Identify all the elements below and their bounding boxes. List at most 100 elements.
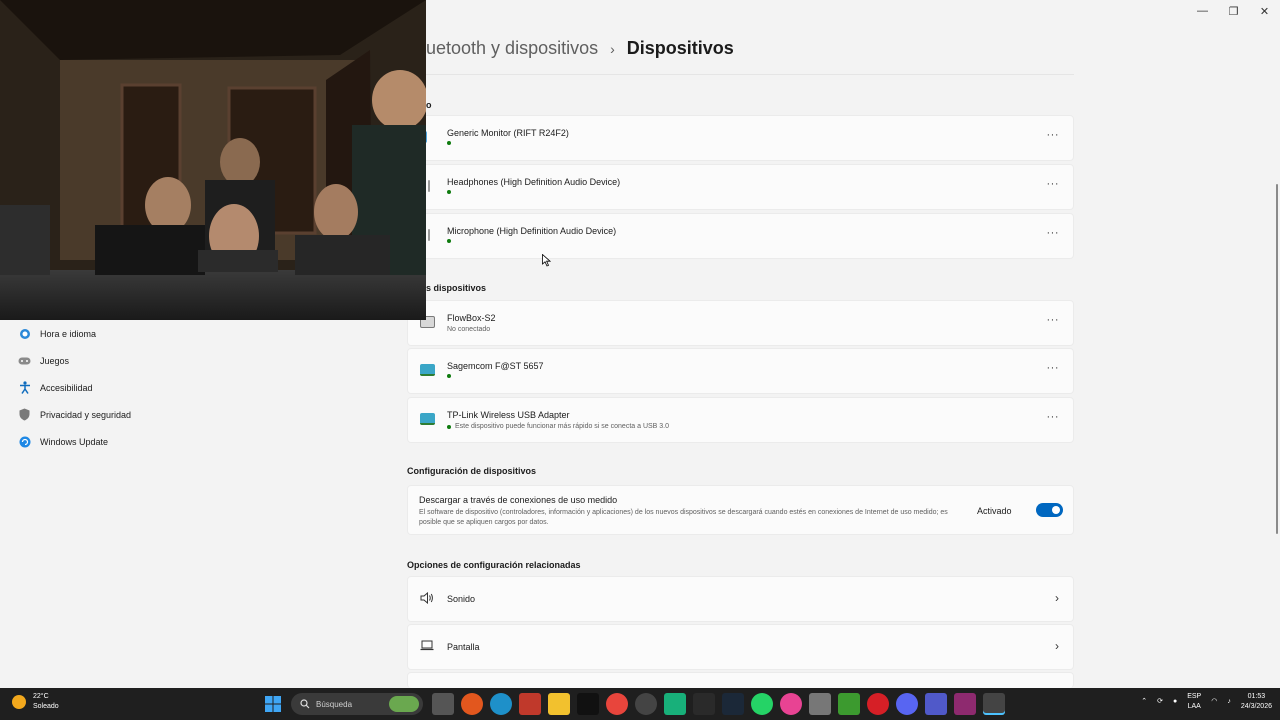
gamepad-icon xyxy=(18,354,31,367)
more-options-button[interactable]: ··· xyxy=(1047,178,1060,190)
volume-icon[interactable]: ♪ xyxy=(1227,697,1231,707)
weather-widget[interactable]: 22°C Soleado xyxy=(12,692,59,712)
maximize-button[interactable]: ❐ xyxy=(1218,0,1249,22)
related-item-partial xyxy=(407,672,1074,688)
windows-logo-icon xyxy=(265,696,281,712)
header-divider xyxy=(426,74,1074,75)
weather-temperature: 22°C xyxy=(33,693,49,700)
clock[interactable]: 01:53 24/3/2026 xyxy=(1241,692,1272,712)
microphone-icon xyxy=(428,229,430,241)
metered-download-card: Descargar a través de conexiones de uso … xyxy=(407,485,1074,535)
sidebar-item-label: Juegos xyxy=(40,355,70,366)
device-card-generic-monitor[interactable]: Generic Monitor (RIFT R24F2) ··· xyxy=(407,115,1074,161)
related-item-sound[interactable]: Sonido › xyxy=(407,576,1074,622)
breadcrumb-separator: › xyxy=(610,40,615,57)
sidebar-item-time-language[interactable]: Hora e idioma xyxy=(0,320,400,347)
related-item-display[interactable]: Pantalla › xyxy=(407,624,1074,670)
webcam-overlay xyxy=(0,0,426,320)
wifi-icon[interactable]: ◠ xyxy=(1211,697,1217,707)
sidebar-item-label: Accesibilidad xyxy=(40,382,93,393)
device-card-sagemcom[interactable]: Sagemcom F@ST 5657 ··· xyxy=(407,348,1074,394)
mouse-cursor-icon xyxy=(542,254,551,267)
device-card-tplink[interactable]: TP-Link Wireless USB Adapter Este dispos… xyxy=(407,397,1074,443)
network-device-icon xyxy=(420,364,435,376)
language-indicator[interactable]: ESP LAA xyxy=(1187,692,1201,712)
breadcrumb-parent[interactable]: uetooth y dispositivos xyxy=(426,38,598,59)
device-card-flowbox[interactable]: FlowBox-S2 No conectado ··· xyxy=(407,300,1074,346)
connected-dot-icon xyxy=(447,424,451,429)
more-options-button[interactable]: ··· xyxy=(1047,129,1060,141)
connected-dot-icon xyxy=(447,374,451,378)
refresh-icon[interactable]: ⟳ xyxy=(1157,697,1163,707)
sidebar-item-privacy[interactable]: Privacidad y seguridad xyxy=(0,401,400,428)
toggle-state-label: Activado xyxy=(977,506,1012,516)
chevron-right-icon: › xyxy=(1055,639,1059,653)
discord-icon[interactable] xyxy=(896,693,918,715)
media-app-icon[interactable] xyxy=(954,693,976,715)
android-app-icon[interactable] xyxy=(664,693,686,715)
audio-section-heading: o xyxy=(426,100,432,110)
edge-browser-icon[interactable] xyxy=(490,693,512,715)
teams-icon[interactable] xyxy=(925,693,947,715)
chatgpt-icon[interactable] xyxy=(635,693,657,715)
sidebar-item-windows-update[interactable]: Windows Update xyxy=(0,428,400,455)
more-options-button[interactable]: ··· xyxy=(1047,314,1060,326)
minimize-button[interactable]: — xyxy=(1187,0,1218,22)
search-highlight-icon xyxy=(389,696,419,712)
chevron-right-icon: › xyxy=(1055,591,1059,605)
steam-icon[interactable] xyxy=(722,693,744,715)
connected-dot-icon xyxy=(447,141,451,145)
system-tray: ⌃ ⟳ ● ESP LAA ◠ ♪ 01:53 24/3/2026 xyxy=(1131,692,1272,712)
clock-date: 24/3/2026 xyxy=(1240,703,1272,710)
taskbar: 22°C Soleado Búsqueda ⌃ ⟳ ● ESP LAA ◠ ♪ … xyxy=(0,688,1280,720)
metered-download-toggle[interactable] xyxy=(1036,503,1063,517)
settings-gear-icon[interactable] xyxy=(983,693,1005,715)
page-title: Dispositivos xyxy=(626,38,734,58)
connected-dot-icon xyxy=(447,190,451,194)
scrollbar-thumb[interactable] xyxy=(1276,184,1278,534)
device-card-microphone[interactable]: Microphone (High Definition Audio Device… xyxy=(407,213,1074,259)
file-explorer-icon[interactable] xyxy=(548,693,570,715)
device-config-heading: Configuración de dispositivos xyxy=(407,466,537,476)
task-view-icon[interactable] xyxy=(432,693,454,715)
whatsapp-icon[interactable] xyxy=(751,693,773,715)
start-button[interactable] xyxy=(262,693,284,715)
sync-icon xyxy=(18,435,31,448)
metered-download-description: El software de dispositivo (controladore… xyxy=(419,509,948,526)
app-icon[interactable] xyxy=(809,693,831,715)
close-button[interactable]: ✕ xyxy=(1249,0,1280,22)
sidebar-item-gaming[interactable]: Juegos xyxy=(0,347,400,374)
sidebar-item-label: Windows Update xyxy=(40,436,109,447)
microphone-tray-icon[interactable]: ● xyxy=(1173,697,1177,707)
other-devices-heading: s dispositivos xyxy=(426,283,487,293)
search-placeholder: Búsqueda xyxy=(316,699,353,709)
chevron-up-icon[interactable]: ⌃ xyxy=(1141,697,1147,707)
more-options-button[interactable]: ··· xyxy=(1047,227,1060,239)
device-name: FlowBox-S2 xyxy=(447,313,496,323)
keyboard-layout: LAA xyxy=(1187,703,1201,710)
device-status xyxy=(447,374,455,378)
winrar-icon[interactable] xyxy=(519,693,541,715)
sidebar-item-accessibility[interactable]: Accesibilidad xyxy=(0,374,400,401)
capcut-icon[interactable] xyxy=(577,693,599,715)
more-options-button[interactable]: ··· xyxy=(1047,411,1060,423)
brave-browser-icon[interactable] xyxy=(461,693,483,715)
speaker-icon xyxy=(420,591,434,607)
device-status: No conectado xyxy=(447,326,491,333)
game-app-icon[interactable] xyxy=(693,693,715,715)
related-item-label: Pantalla xyxy=(447,642,480,652)
minecraft-icon[interactable] xyxy=(838,693,860,715)
taskbar-search[interactable]: Búsqueda xyxy=(291,693,423,715)
sun-icon xyxy=(12,695,26,709)
device-name: Sagemcom F@ST 5657 xyxy=(447,361,544,371)
breadcrumb: uetooth y dispositivos › Dispositivos xyxy=(426,38,734,59)
taskbar-apps: Búsqueda xyxy=(262,693,1012,715)
device-status xyxy=(447,239,455,243)
related-item-label: Sonido xyxy=(447,594,476,604)
color-app-icon[interactable] xyxy=(780,693,802,715)
device-name: TP-Link Wireless USB Adapter xyxy=(447,410,570,420)
opera-gx-icon[interactable] xyxy=(867,693,889,715)
device-card-headphones[interactable]: Headphones (High Definition Audio Device… xyxy=(407,164,1074,210)
chrome-browser-icon[interactable] xyxy=(606,693,628,715)
more-options-button[interactable]: ··· xyxy=(1047,362,1060,374)
